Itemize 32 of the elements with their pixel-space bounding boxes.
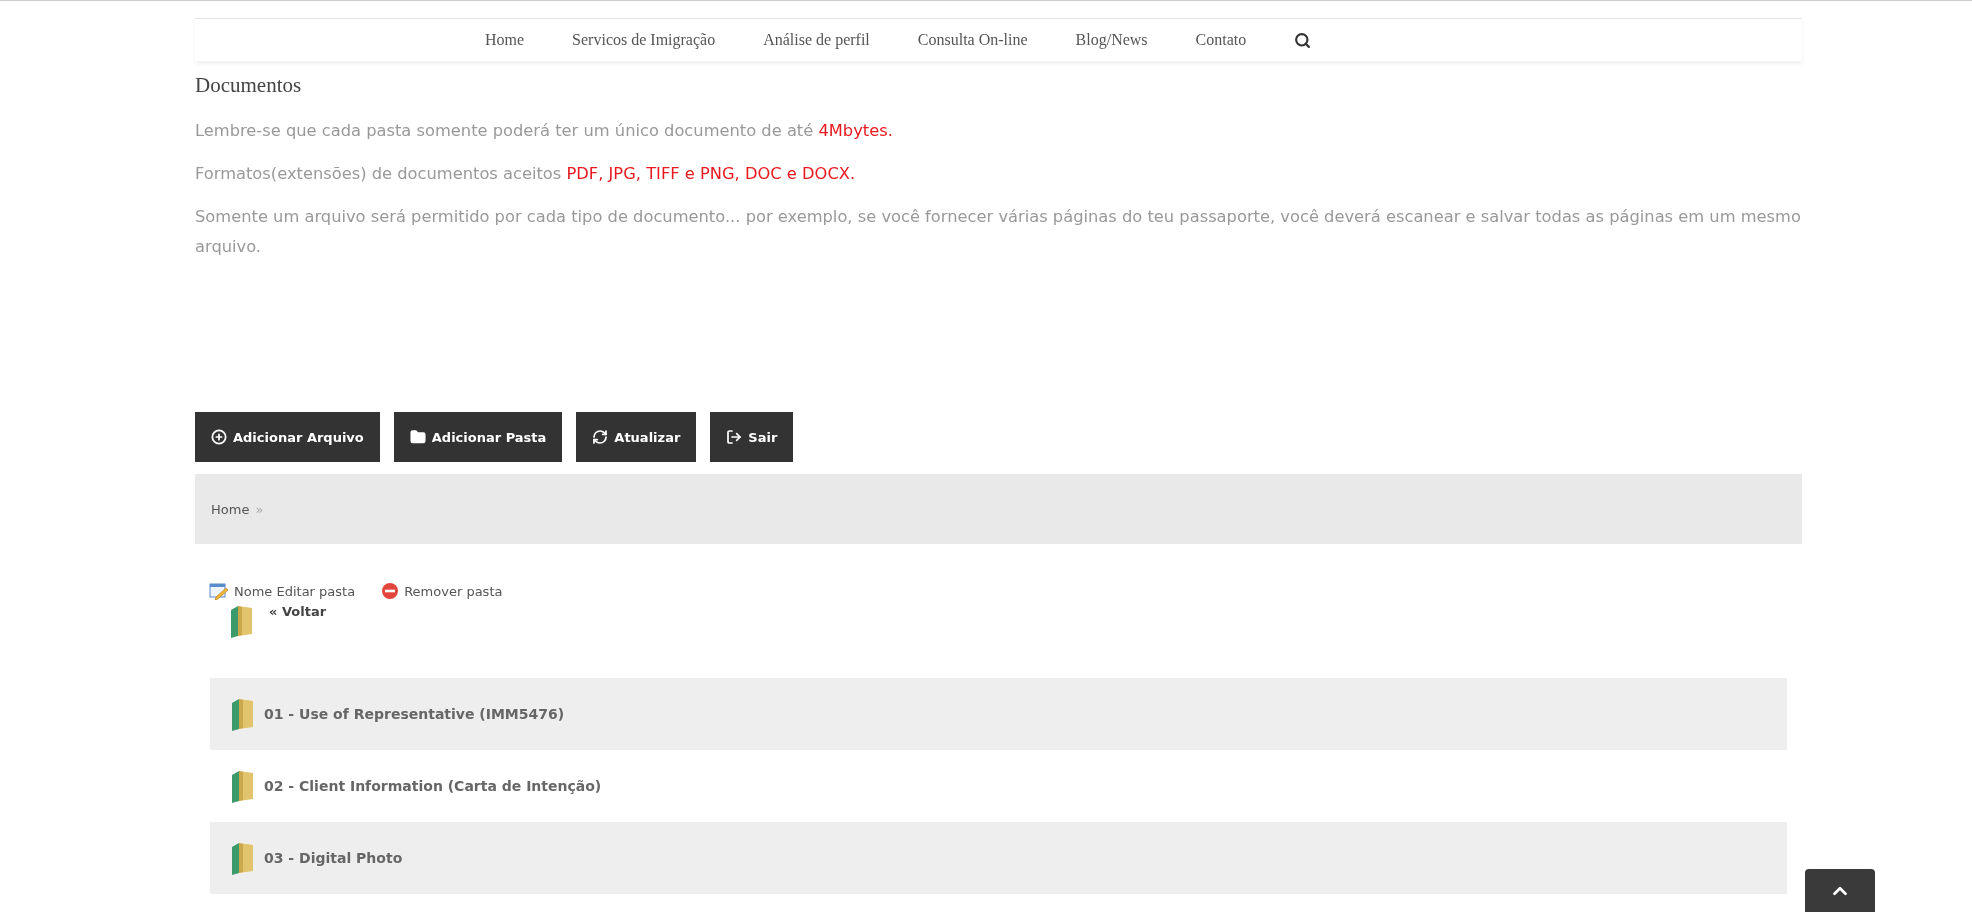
- remove-folder-link[interactable]: Remover pasta: [381, 582, 503, 600]
- edit-icon: [209, 582, 229, 600]
- back-link[interactable]: « Voltar: [269, 604, 327, 664]
- exit-icon: [726, 429, 743, 445]
- refresh-icon: [592, 429, 609, 445]
- nav-link[interactable]: Servicos de Imigração: [572, 31, 716, 49]
- exit-button[interactable]: Sair: [710, 412, 794, 462]
- search-icon[interactable]: [1294, 31, 1312, 49]
- nav-link[interactable]: Contato: [1195, 31, 1247, 49]
- refresh-button[interactable]: Atualizar: [576, 412, 697, 462]
- breadcrumb-link[interactable]: Home: [211, 501, 250, 517]
- folder-icon: [229, 604, 255, 638]
- folder-row[interactable]: 01 - Use of Representative (IMM5476): [210, 678, 1787, 750]
- nav-link[interactable]: Consulta On-line: [917, 31, 1028, 49]
- info-paragraph: Lembre-se que cada pasta somente poderá ter um único documento de até 4Mbytes.: [195, 120, 894, 142]
- info-paragraph: Somente um arquivo será permitido por cada tipo de documento... por exemplo, se você fornecer várias páginas do teu passaporte, você deverá escanear e salvar todas as páginas em um mesmo arquivo.: [195, 206, 1802, 258]
- breadcrumb-separator: »: [255, 501, 264, 517]
- add-folder-button[interactable]: Adicionar Pasta: [393, 412, 563, 462]
- nav-link[interactable]: Análise de perfil: [763, 31, 870, 49]
- add-circle-icon: [211, 429, 227, 445]
- folder-icon: [230, 841, 256, 875]
- remove-icon: [381, 582, 400, 600]
- folder-icon: [409, 429, 426, 445]
- edit-folder-link[interactable]: Nome Editar pasta: [209, 582, 356, 600]
- page-title: Documentos: [195, 73, 303, 98]
- info-paragraph: Formatos(extensões) de documentos aceitos PDF, JPG, TIFF e PNG, DOC e DOCX.: [195, 163, 857, 185]
- add-file-button[interactable]: Adicionar Arquivo: [195, 412, 380, 462]
- folder-icon: [230, 697, 256, 731]
- nav-link[interactable]: Blog/News: [1075, 31, 1148, 49]
- nav-link[interactable]: Home: [485, 31, 525, 49]
- folder-icon: [230, 769, 256, 803]
- folder-row[interactable]: 03 - Digital Photo: [210, 822, 1787, 894]
